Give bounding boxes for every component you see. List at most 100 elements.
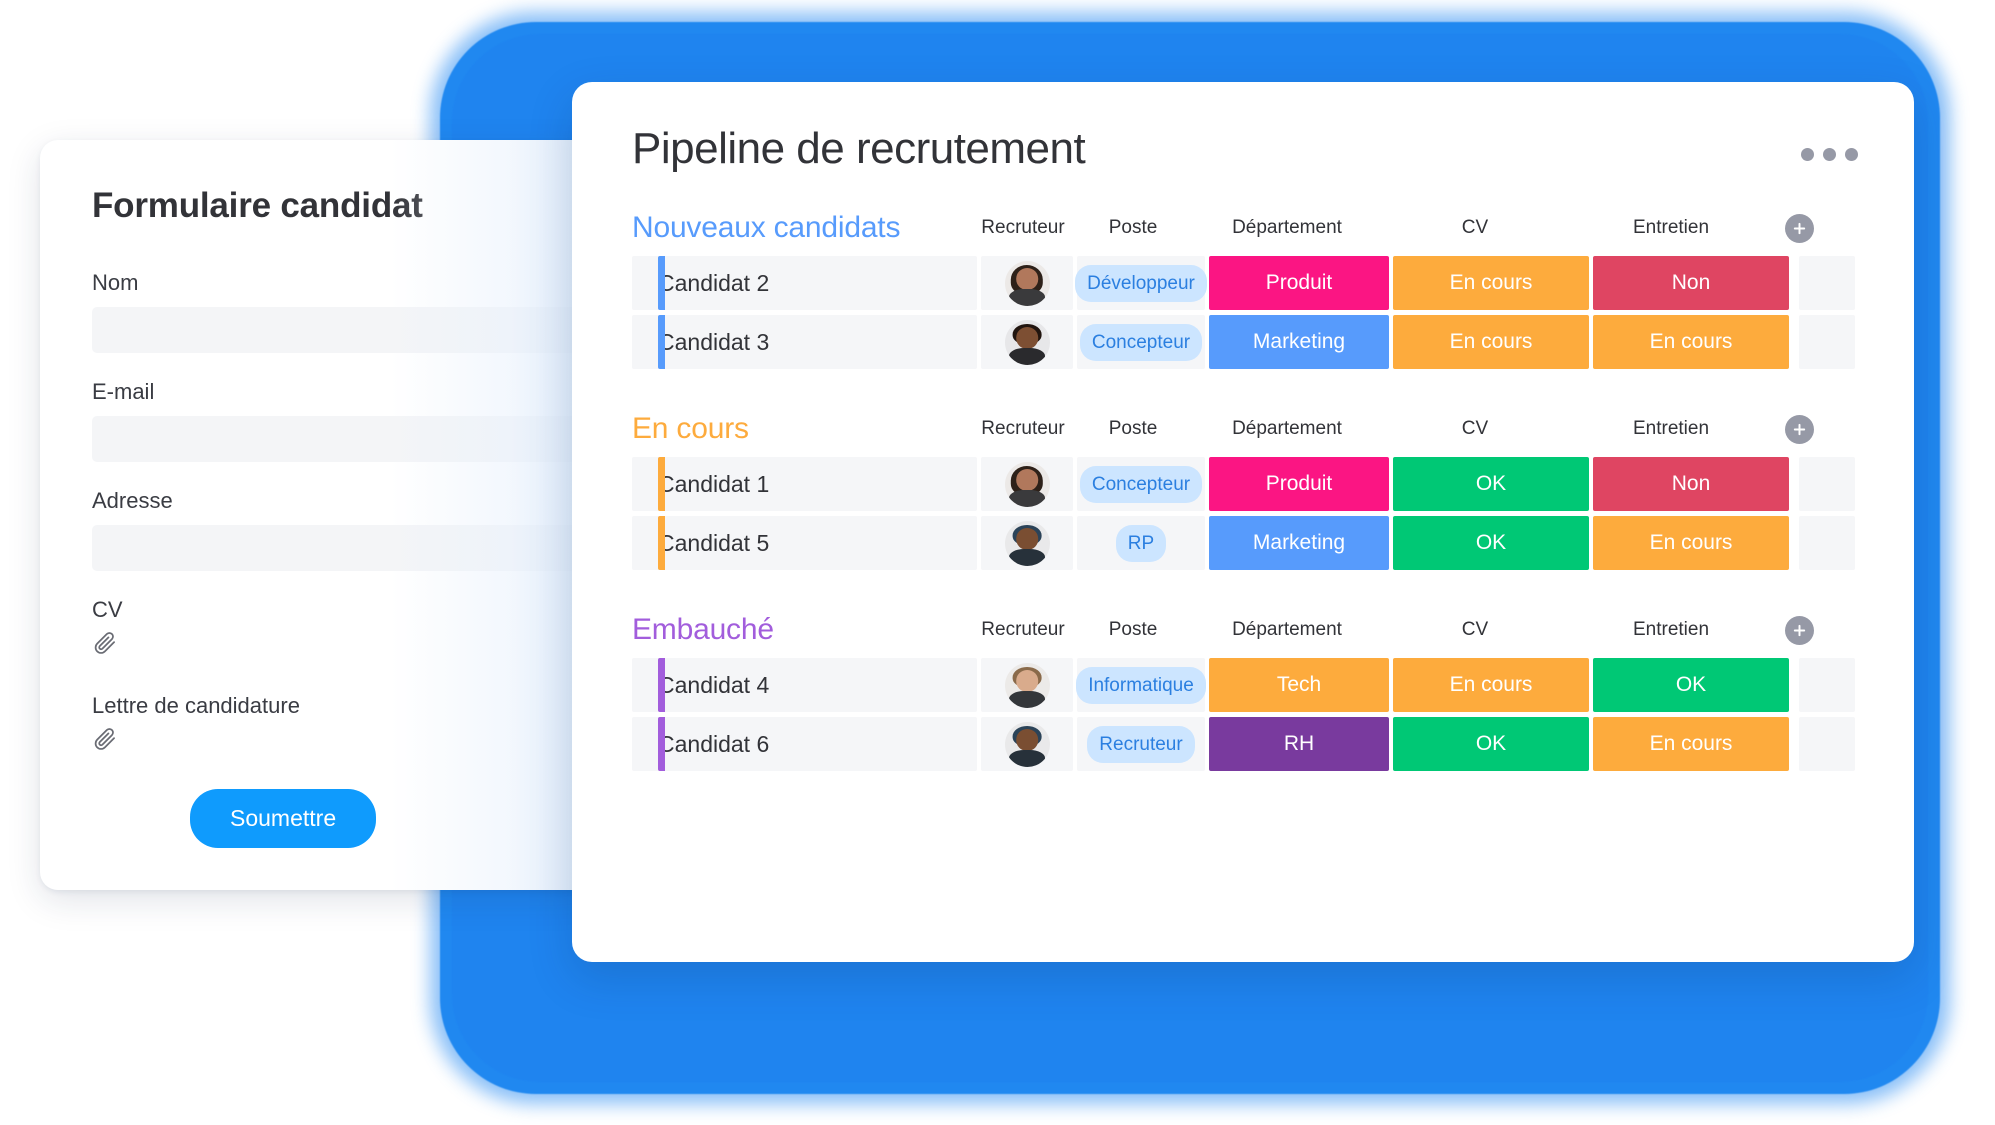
candidate-name: Candidat 3 [658, 328, 770, 355]
empty-cell[interactable] [1799, 516, 1855, 570]
cv-cell[interactable]: En cours [1393, 256, 1589, 310]
column-header-poste[interactable]: Poste [1069, 217, 1197, 239]
entretien-cell[interactable]: En cours [1593, 717, 1789, 771]
group-header: Embauché Recruteur Poste Département CV Entre… [632, 610, 1862, 650]
row-name-cell[interactable]: Candidat 3 [632, 315, 977, 369]
recruiter-cell[interactable] [981, 717, 1073, 771]
board-groups: Nouveaux candidats Recruteur Poste Départem… [572, 208, 1914, 771]
more-options-icon[interactable] [1801, 148, 1858, 161]
poste-cell[interactable]: Informatique [1076, 658, 1206, 712]
column-header-dpartement[interactable]: Département [1197, 619, 1377, 641]
plus-icon[interactable] [1784, 615, 1814, 645]
poste-cell[interactable]: Concepteur [1077, 457, 1205, 511]
cv-cell[interactable]: OK [1393, 457, 1589, 511]
table-row[interactable]: Candidat 6 Recruteur RH OK En cours [632, 717, 1862, 771]
plus-icon[interactable] [1784, 213, 1814, 243]
row-name-cell[interactable]: Candidat 6 [632, 717, 977, 771]
row-accent-bar [658, 516, 665, 570]
form-file-field-lettre-de-candidature: Lettre de candidature [92, 693, 548, 753]
column-header-dpartement[interactable]: Département [1197, 418, 1377, 440]
departement-cell[interactable]: Tech [1209, 658, 1389, 712]
cv-cell[interactable]: En cours [1393, 658, 1589, 712]
avatar-man-cap [1004, 520, 1050, 566]
column-header-entretien[interactable]: Entretien [1573, 217, 1769, 239]
column-header-cv[interactable]: CV [1377, 217, 1573, 239]
row-name-cell[interactable]: Candidat 1 [632, 457, 977, 511]
field-input[interactable] [92, 416, 600, 462]
table-row[interactable]: Candidat 1 Concepteur Produit OK Non [632, 457, 1862, 511]
form-title: Formulaire candidat [92, 186, 423, 225]
departement-cell[interactable]: Produit [1209, 457, 1389, 511]
cv-cell[interactable]: En cours [1393, 315, 1589, 369]
poste-cell[interactable]: RP [1077, 516, 1205, 570]
poste-cell[interactable]: Recruteur [1077, 717, 1205, 771]
candidate-name: Candidat 1 [658, 470, 770, 497]
field-label: Adresse [92, 488, 173, 513]
recruiter-cell[interactable] [981, 457, 1073, 511]
cv-cell[interactable]: OK [1393, 516, 1589, 570]
empty-cell[interactable] [1799, 457, 1855, 511]
column-header-recruteur[interactable]: Recruteur [977, 217, 1069, 239]
column-header-recruteur[interactable]: Recruteur [977, 619, 1069, 641]
board-group: En cours Recruteur Poste Département CV Entre… [572, 409, 1914, 570]
row-name-cell[interactable]: Candidat 2 [632, 256, 977, 310]
recruiter-cell[interactable] [981, 658, 1073, 712]
form-field-nom: Nom [92, 270, 600, 353]
group-title[interactable]: Nouveaux candidats [632, 211, 977, 245]
entretien-cell[interactable]: En cours [1593, 315, 1789, 369]
departement-cell[interactable]: Marketing [1209, 315, 1389, 369]
column-header-dpartement[interactable]: Département [1197, 217, 1377, 239]
entretien-cell[interactable]: Non [1593, 457, 1789, 511]
table-row[interactable]: Candidat 3 Concepteur Marketing En cours En … [632, 315, 1862, 369]
recruiter-cell[interactable] [981, 315, 1073, 369]
entretien-cell[interactable]: Non [1593, 256, 1789, 310]
group-title[interactable]: Embauché [632, 613, 977, 647]
row-accent-bar [658, 717, 665, 771]
row-accent-bar [658, 457, 665, 511]
column-header-poste[interactable]: Poste [1069, 418, 1197, 440]
recruiter-cell[interactable] [981, 256, 1073, 310]
table-row[interactable]: Candidat 4 Informatique Tech En cours OK [632, 658, 1862, 712]
row-name-cell[interactable]: Candidat 4 [632, 658, 977, 712]
attach-file-button[interactable] [92, 725, 548, 753]
dot [1801, 148, 1814, 161]
column-header-entretien[interactable]: Entretien [1573, 418, 1769, 440]
table-row[interactable]: Candidat 2 Développeur Produit En cours Non [632, 256, 1862, 310]
row-accent-bar [658, 315, 665, 369]
entretien-cell[interactable]: OK [1593, 658, 1789, 712]
column-header-cv[interactable]: CV [1377, 619, 1573, 641]
plus-icon[interactable] [1784, 414, 1814, 444]
column-header-entretien[interactable]: Entretien [1573, 619, 1769, 641]
recruiter-cell[interactable] [981, 516, 1073, 570]
dot [1845, 148, 1858, 161]
poste-badge: Développeur [1075, 264, 1207, 302]
table-row[interactable]: Candidat 5 RP Marketing OK En cours [632, 516, 1862, 570]
empty-cell[interactable] [1799, 256, 1855, 310]
poste-cell[interactable]: Concepteur [1077, 315, 1205, 369]
departement-cell[interactable]: RH [1209, 717, 1389, 771]
candidate-form-card: Formulaire candidat Nom E-mail Adresse CV Le… [40, 140, 600, 890]
submit-row: Soumettre [92, 789, 548, 848]
field-input[interactable] [92, 525, 600, 571]
field-input[interactable] [92, 307, 600, 353]
departement-cell[interactable]: Produit [1209, 256, 1389, 310]
empty-cell[interactable] [1799, 315, 1855, 369]
field-label: Lettre de candidature [92, 693, 300, 718]
field-label: E-mail [92, 379, 155, 404]
poste-cell[interactable]: Développeur [1075, 256, 1207, 310]
column-header-poste[interactable]: Poste [1069, 619, 1197, 641]
departement-cell[interactable]: Marketing [1209, 516, 1389, 570]
empty-cell[interactable] [1799, 658, 1855, 712]
submit-button[interactable]: Soumettre [190, 789, 377, 848]
cv-cell[interactable]: OK [1393, 717, 1589, 771]
attach-file-button[interactable] [92, 629, 548, 657]
row-name-cell[interactable]: Candidat 5 [632, 516, 977, 570]
poste-badge: RP [1115, 524, 1167, 562]
entretien-cell[interactable]: En cours [1593, 516, 1789, 570]
group-title[interactable]: En cours [632, 412, 977, 446]
poste-badge: Concepteur [1079, 465, 1203, 503]
empty-cell[interactable] [1799, 717, 1855, 771]
column-header-cv[interactable]: CV [1377, 418, 1573, 440]
column-header-recruteur[interactable]: Recruteur [977, 418, 1069, 440]
candidate-name: Candidat 6 [658, 730, 770, 757]
